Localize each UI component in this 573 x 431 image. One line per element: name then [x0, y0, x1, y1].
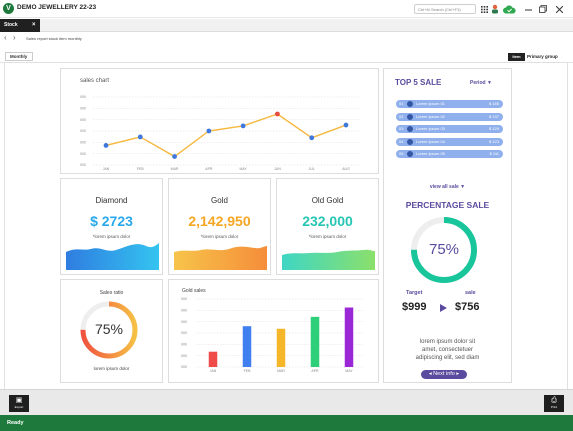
next-info-button[interactable]: ◂ Next info ▸ — [421, 370, 467, 379]
period-filter-button[interactable]: Monthly — [5, 52, 33, 61]
nav-row: ‹ › Sales report stock item monthly — [0, 32, 573, 44]
target-value: $999 — [402, 301, 427, 313]
bar — [344, 307, 354, 367]
print-button[interactable]: ⎙ Print — [544, 395, 564, 412]
bar — [208, 351, 218, 367]
arrow-right-icon — [440, 304, 447, 312]
data-point — [240, 123, 246, 129]
y-tick-label: 000 — [80, 95, 86, 99]
tab-close-icon[interactable]: × — [32, 19, 36, 32]
next-info-label: Next info — [433, 371, 455, 377]
printer-icon: ⎙ — [551, 397, 557, 404]
y-tick-label: 000 — [181, 354, 187, 358]
title-bar: V DEMO JEWELLERY 22-23 Ctrl+M Search (Ct… — [0, 0, 573, 18]
tab-label: Stock — [4, 22, 18, 28]
x-tick-label: AUG — [342, 167, 350, 171]
sales-ratio-card: Sales ratio 75% lorem ipsum dolor — [60, 279, 163, 383]
top-sales-panel: TOP 5 SALE Period ▼ 01 Lorem Ipsum 01 $ 15… — [383, 68, 512, 383]
percentage-donut — [411, 217, 477, 283]
forward-icon[interactable]: › — [13, 33, 16, 42]
restore-icon[interactable] — [539, 3, 547, 15]
x-tick-label: MAY — [345, 369, 353, 373]
y-tick-label: 000 — [181, 365, 187, 369]
cloud-sync-icon[interactable] — [502, 3, 516, 15]
x-tick-label: APR — [311, 369, 319, 373]
app-title: DEMO JEWELLERY 22-23 — [17, 4, 97, 11]
save-icon: ▣ — [15, 397, 23, 404]
x-tick-label: MAY — [239, 167, 247, 171]
data-point — [309, 135, 315, 141]
back-icon[interactable]: ‹ — [4, 33, 7, 42]
sales-ratio-sub: lorem ipsum dolor — [93, 366, 130, 371]
x-tick-label: MAR — [171, 167, 179, 171]
y-tick-label: 000 — [80, 107, 86, 111]
desc-line: adipiscing elit, sed diam — [415, 355, 480, 361]
menu-search-input[interactable]: Ctrl+M Search (Ctrl+F3) — [414, 4, 476, 14]
x-tick-label: JAN — [103, 167, 110, 171]
tab-bar: Stock × — [0, 19, 573, 32]
close-window-icon[interactable] — [555, 3, 563, 15]
data-point — [172, 154, 177, 159]
minimize-icon[interactable] — [524, 3, 532, 15]
view-toggle-item[interactable]: Item — [508, 53, 525, 61]
x-tick-label: MAR — [277, 369, 285, 373]
x-tick-label: JUL — [309, 167, 315, 171]
sale-value: $756 — [455, 301, 480, 313]
data-point — [137, 134, 143, 140]
x-tick-label: FEB — [244, 369, 251, 373]
y-tick-label: 000 — [181, 297, 187, 301]
print-label: Print — [550, 405, 558, 409]
gold-sales-card: Gold sales 000 000 000 000 000 000 000 JAN FEB MA… — [168, 279, 379, 383]
series-line — [105, 113, 347, 158]
x-tick-label: APR — [205, 167, 213, 171]
diamond-card: Diamond $ 2723 *lorem ipsum dolor — [60, 178, 163, 275]
sales-line-chart: 000 000 000 000 000 000 000 JAN FEB MAR APR MAY JUN J… — [80, 95, 359, 171]
bar — [310, 316, 320, 367]
percentage-description: lorem ipsum dolor sit amet, consectetuer… — [384, 338, 511, 362]
tab-stock[interactable]: Stock × — [0, 19, 40, 32]
data-point — [275, 111, 280, 117]
x-tick-label: JAN — [210, 369, 217, 373]
app-logo-icon: V — [3, 3, 14, 14]
chevron-right-icon: ▸ — [454, 371, 460, 377]
user-icon[interactable] — [491, 3, 499, 15]
gold-area-wave — [174, 246, 267, 270]
y-tick-label: 000 — [80, 163, 86, 167]
sales-chart-card: sales chart 000 000 000 000 000 000 000 JAN FEB M… — [60, 68, 379, 174]
x-tick-label: FEB — [137, 167, 144, 171]
view-toggle-primary-group[interactable]: Primary group — [527, 53, 558, 61]
y-tick-label: 000 — [181, 343, 187, 347]
grid-menu-icon[interactable] — [480, 3, 488, 15]
bottom-toolbar: ▣ Export ⎙ Print — [0, 389, 573, 415]
diamond-area-wave — [66, 243, 159, 270]
y-tick-label: 000 — [80, 118, 86, 122]
target-label: Target — [406, 290, 423, 296]
bar — [242, 326, 252, 367]
status-bar: Ready — [0, 415, 573, 431]
y-tick-label: 000 — [80, 141, 86, 145]
desc-line: lorem ipsum dolor sit — [419, 339, 476, 345]
bar — [276, 328, 286, 367]
old-gold-area-wave — [282, 249, 375, 270]
desc-line: amet, consectetuer — [421, 347, 474, 353]
percentage-value: 75% — [428, 241, 460, 258]
sales-ratio-value: 75% — [94, 321, 124, 337]
y-tick-label: 000 — [181, 331, 187, 335]
y-tick-label: 000 — [181, 309, 187, 313]
y-tick-label: 000 — [80, 129, 86, 133]
y-tick-label: 000 — [181, 320, 187, 324]
export-label: Export — [14, 405, 24, 409]
old-gold-card: Old Gold 232,000 *lorem ipsum dolor — [276, 178, 379, 275]
gold-sales-bar-chart: 000 000 000 000 000 000 000 JAN FEB MAR APR MAY — [181, 297, 364, 373]
export-button[interactable]: ▣ Export — [9, 395, 29, 412]
data-point — [206, 128, 212, 134]
data-point — [103, 143, 109, 148]
x-tick-label: JUN — [274, 167, 281, 171]
sale-label: sale — [465, 290, 476, 296]
y-tick-label: 000 — [80, 152, 86, 156]
gold-card: Gold 2,142,950 *lorem ipsum dolor — [168, 178, 271, 275]
data-point — [343, 122, 349, 128]
breadcrumb: Sales report stock item monthly — [26, 36, 82, 41]
